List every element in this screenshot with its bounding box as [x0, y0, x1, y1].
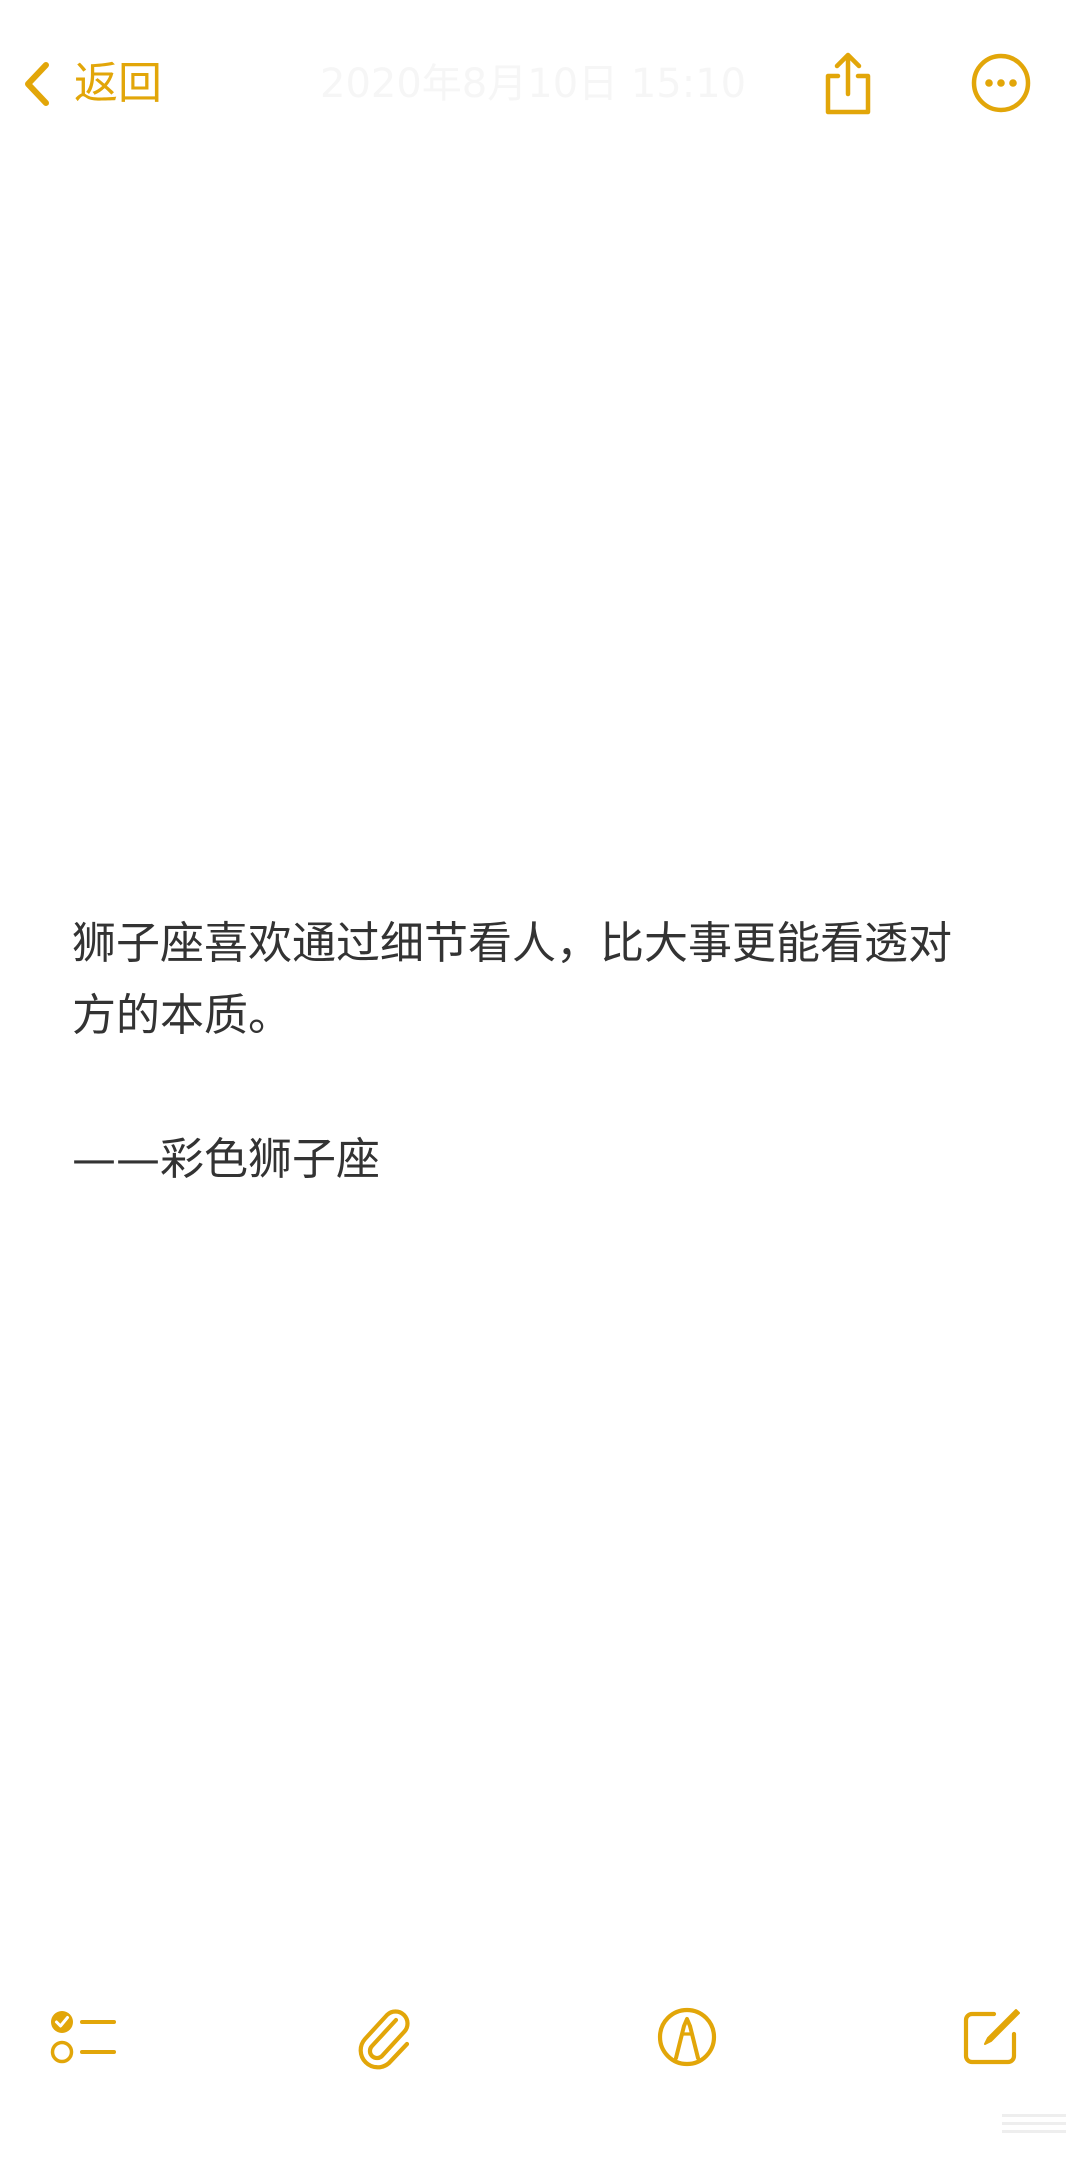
navigation-bar: 返回 2020年8月10日 15:10 [0, 0, 1080, 170]
note-paragraph-line: 狮子座喜欢通过细节看人，比大事更能看透对 [72, 918, 952, 969]
more-button[interactable] [970, 52, 1032, 114]
more-icon [970, 52, 1032, 114]
checklist-icon [48, 2006, 120, 2070]
back-label: 返回 [74, 58, 162, 109]
paperclip-icon [356, 2006, 416, 2072]
share-icon [820, 50, 876, 118]
note-content[interactable]: 狮子座喜欢通过细节看人，比大事更能看透对 方的本质。 ——彩色狮子座 [72, 908, 1012, 1196]
note-date-title: 2020年8月10日 15:10 [320, 61, 747, 107]
checklist-button[interactable] [48, 2006, 120, 2070]
attach-button[interactable] [356, 2006, 416, 2072]
compose-button[interactable] [958, 2006, 1022, 2070]
compose-icon [958, 2006, 1022, 2070]
markup-button[interactable] [656, 2006, 718, 2068]
back-button[interactable]: 返回 [22, 52, 162, 116]
share-button[interactable] [820, 50, 876, 118]
note-paragraph-line: 方的本质。 [72, 990, 292, 1041]
markup-icon [656, 2006, 718, 2068]
watermark [1000, 2110, 1070, 2138]
chevron-left-icon [22, 61, 52, 107]
note-signature: ——彩色狮子座 [72, 1134, 380, 1185]
bottom-toolbar [0, 1990, 1080, 2110]
